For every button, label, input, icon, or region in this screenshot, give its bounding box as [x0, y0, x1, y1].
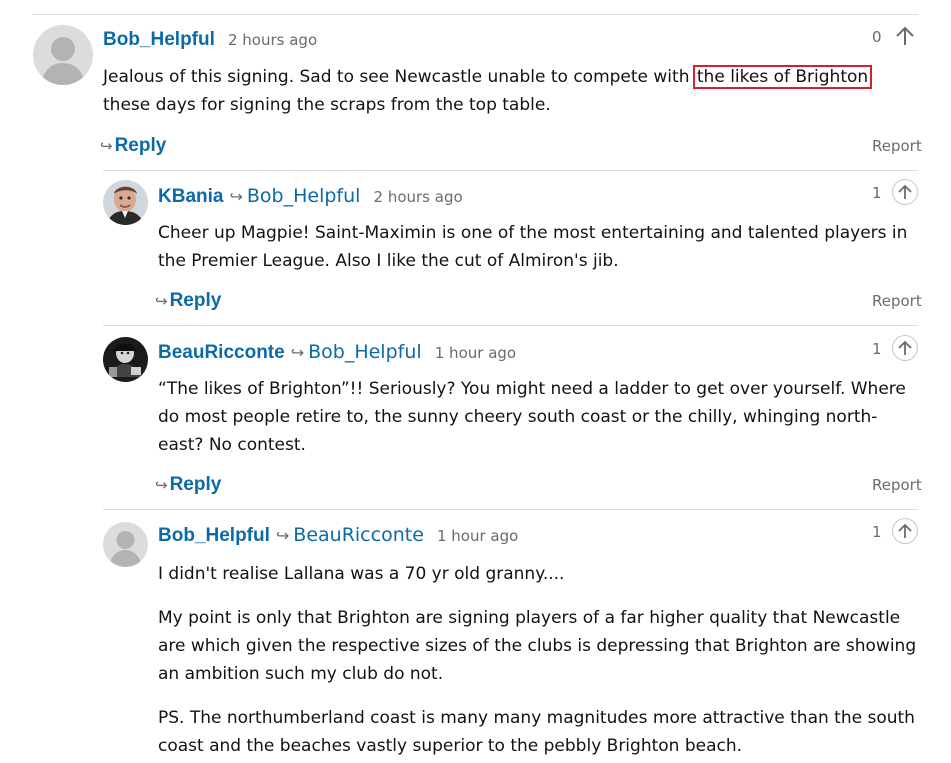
in-reply-to-link[interactable]: Bob_Helpful [247, 185, 361, 207]
comment-header: KBania ↪ Bob_Helpful 2 hours ago [158, 184, 463, 209]
arrow-up-icon [896, 26, 914, 45]
recommend-count: 0 [872, 28, 882, 46]
in-reply-to-link[interactable]: BeauRicconte [293, 524, 424, 546]
default-avatar-icon[interactable] [103, 522, 148, 567]
comment-timestamp[interactable]: 1 hour ago [437, 527, 518, 545]
recommend-button[interactable] [892, 23, 918, 49]
comment-paragraph: PS. The northumberland coast is many man… [158, 708, 915, 756]
arrow-up-icon [898, 340, 912, 355]
recommend-button[interactable] [892, 518, 918, 544]
arrow-up-icon [898, 523, 912, 538]
comment-body: Cheer up Magpie! Saint-Maximin is one of… [158, 223, 908, 271]
author-name[interactable]: Bob_Helpful [103, 29, 215, 50]
reply-arrow-icon: ↪ [155, 292, 168, 310]
in-reply-to-link[interactable]: Bob_Helpful [308, 341, 422, 363]
comment-body: Jealous of this signing. Sad to see Newc… [103, 65, 873, 115]
reply-button[interactable]: ↪ Reply [155, 290, 221, 312]
reply-arrow-icon: ↪ [275, 526, 290, 545]
comment-paragraph: I didn't realise Lallana was a 70 yr old… [158, 564, 565, 584]
comment-bob-helpful-1: Bob_Helpful 2 hours ago 0 Jealous of thi… [0, 0, 951, 170]
report-link[interactable]: Report [872, 137, 922, 155]
reply-arrow-icon: ↪ [229, 187, 243, 206]
comment-body: I didn't realise Lallana was a 70 yr old… [158, 560, 918, 760]
reply-arrow-icon: ↪ [290, 343, 305, 362]
comment-kbania: KBania ↪ Bob_Helpful 2 hours ago 1 Cheer u… [0, 170, 951, 326]
author-name[interactable]: KBania [158, 186, 223, 207]
default-avatar-icon[interactable] [33, 25, 93, 85]
user-avatar[interactable] [103, 337, 148, 382]
author-name[interactable]: Bob_Helpful [158, 525, 270, 546]
comment-timestamp[interactable]: 1 hour ago [435, 344, 516, 362]
reply-button[interactable]: ↪ Reply [100, 135, 166, 157]
comment-body: “The likes of Brighton”!! Seriously? You… [158, 379, 906, 455]
report-link[interactable]: Report [872, 476, 922, 494]
comment-bob-helpful-2: Bob_Helpful ↪ BeauRicconte 1 hour ago 1 I … [0, 509, 951, 763]
reply-arrow-icon: ↪ [100, 137, 113, 155]
comment-header: Bob_Helpful 2 hours ago [103, 28, 317, 52]
comment-header: Bob_Helpful ↪ BeauRicconte 1 hour ago [158, 523, 518, 548]
author-name[interactable]: BeauRicconte [158, 342, 285, 363]
recommend-button[interactable] [892, 179, 918, 205]
user-avatar[interactable] [103, 180, 148, 225]
comment-paragraph: My point is only that Brighton are signi… [158, 608, 917, 684]
report-link[interactable]: Report [872, 292, 922, 310]
reply-button[interactable]: ↪ Reply [155, 474, 221, 496]
reply-arrow-icon: ↪ [155, 476, 168, 494]
recommend-button[interactable] [892, 335, 918, 361]
recommend-count: 1 [872, 523, 882, 541]
comment-beauricconte: BeauRicconte ↪ Bob_Helpful 1 hour ago 1 “T… [0, 325, 951, 509]
arrow-up-icon [898, 184, 912, 199]
comment-timestamp[interactable]: 2 hours ago [228, 31, 317, 49]
comment-timestamp[interactable]: 2 hours ago [374, 188, 463, 206]
recommend-count: 1 [872, 184, 882, 202]
comment-header: BeauRicconte ↪ Bob_Helpful 1 hour ago [158, 340, 516, 365]
highlighted-phrase: the likes of Brighton [692, 65, 873, 89]
recommend-count: 1 [872, 340, 882, 358]
